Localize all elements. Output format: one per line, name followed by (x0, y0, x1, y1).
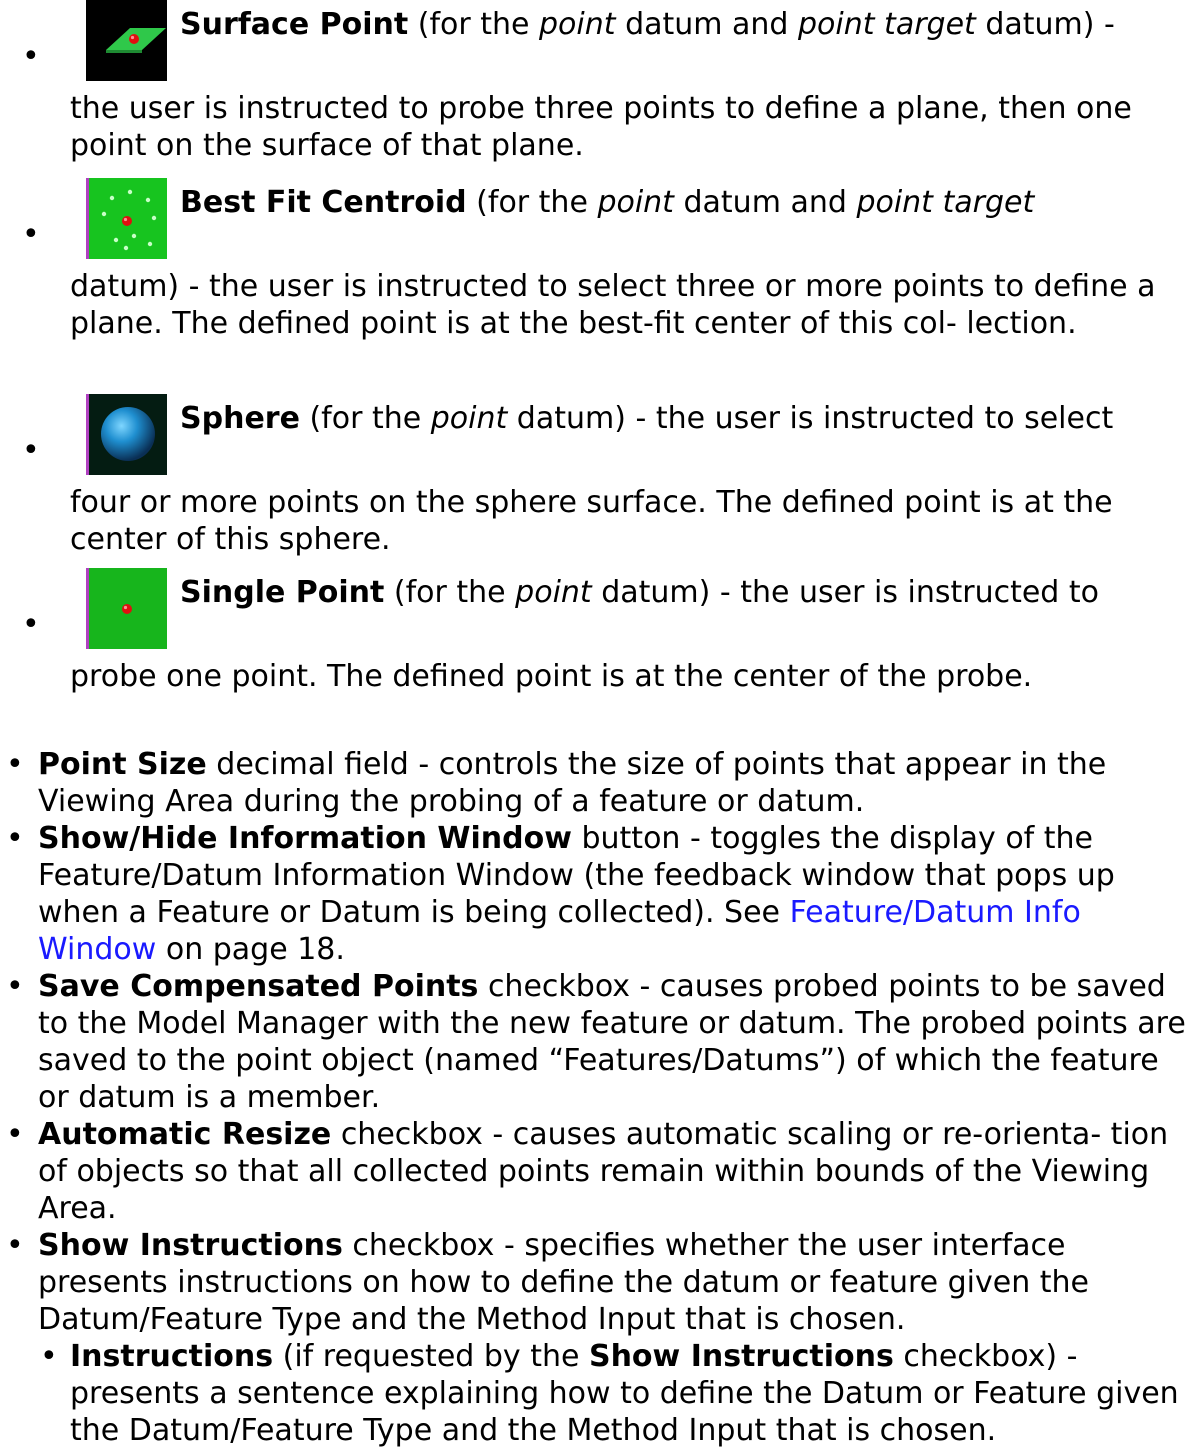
bullet: • (6, 1228, 24, 1263)
method-text: datum) - (975, 7, 1115, 42)
bullet: • (22, 39, 40, 74)
method-emphasis: point target (856, 185, 1035, 220)
method-heading: Single Point (for the point datum) - the… (180, 574, 1099, 611)
method-name: Sphere (180, 401, 300, 436)
method-heading: Sphere (for the point datum) - the user … (180, 400, 1113, 437)
method-text: datum and (673, 185, 857, 220)
list-item: • Show Instructions checkbox - specifies… (0, 1227, 1190, 1338)
method-text: (for the (384, 575, 516, 610)
item-text: on page 18. (156, 932, 345, 967)
item-term: Show Instructions (38, 1228, 343, 1263)
best-fit-centroid-icon (86, 178, 167, 259)
bullet: • (22, 607, 40, 642)
method-description: the user is instructed to probe three po… (70, 91, 1132, 163)
method-emphasis: point target (798, 7, 976, 42)
item-term: Show Instructions (588, 1339, 894, 1374)
item-term: Save Compensated Points (38, 969, 479, 1004)
item-term: Show/Hide Information Window (38, 821, 572, 856)
item-term: Automatic Resize (38, 1117, 332, 1152)
surface-point-icon (86, 0, 167, 81)
method-emphasis: point (515, 575, 592, 610)
method-text: datum) - the user is instructed to (591, 575, 1099, 610)
method-text: (for the (408, 7, 540, 42)
bullet: • (40, 1339, 58, 1374)
method-emphasis: point (430, 401, 508, 436)
method-description: datum) - the user is instructed to selec… (70, 269, 1156, 341)
sub-list-item: • Instructions (if requested by the Show… (0, 1338, 1190, 1449)
method-description: probe one point. The defined point is at… (70, 659, 1033, 694)
method-text: (for the (299, 401, 431, 436)
method-description: four or more points on the sphere surfac… (70, 485, 1113, 557)
option-list: • Point Size decimal field - controls th… (0, 746, 1190, 1449)
sphere-icon (86, 394, 167, 475)
method-text: (for the (466, 185, 598, 220)
list-item: • Save Compensated Points checkbox - cau… (0, 968, 1190, 1116)
document-page: • Surface Point (for the point datum and… (0, 0, 1190, 1448)
list-item: • Automatic Resize checkbox - causes aut… (0, 1116, 1190, 1227)
method-text: datum and (615, 7, 799, 42)
item-text: (if requested by the (273, 1339, 589, 1374)
bullet: • (6, 747, 24, 782)
bullet: • (6, 969, 24, 1004)
method-text: datum) - the user is instructed to selec… (507, 401, 1114, 436)
method-emphasis: point (597, 185, 674, 220)
bullet: • (22, 433, 40, 468)
method-heading: Best Fit Centroid (for the point datum a… (180, 184, 1034, 221)
list-item: • Point Size decimal field - controls th… (0, 746, 1190, 820)
method-name: Best Fit Centroid (180, 185, 467, 220)
method-name: Surface Point (180, 7, 409, 42)
method-emphasis: point (539, 7, 616, 42)
single-point-icon (86, 568, 167, 649)
method-heading: Surface Point (for the point datum and p… (180, 6, 1115, 43)
bullet: • (6, 1117, 24, 1152)
item-term: Instructions (70, 1339, 274, 1374)
item-term: Point Size (38, 747, 207, 782)
bullet: • (22, 217, 40, 252)
method-name: Single Point (180, 575, 385, 610)
list-item: • Show/Hide Information Window button - … (0, 820, 1190, 968)
bullet: • (6, 821, 24, 856)
